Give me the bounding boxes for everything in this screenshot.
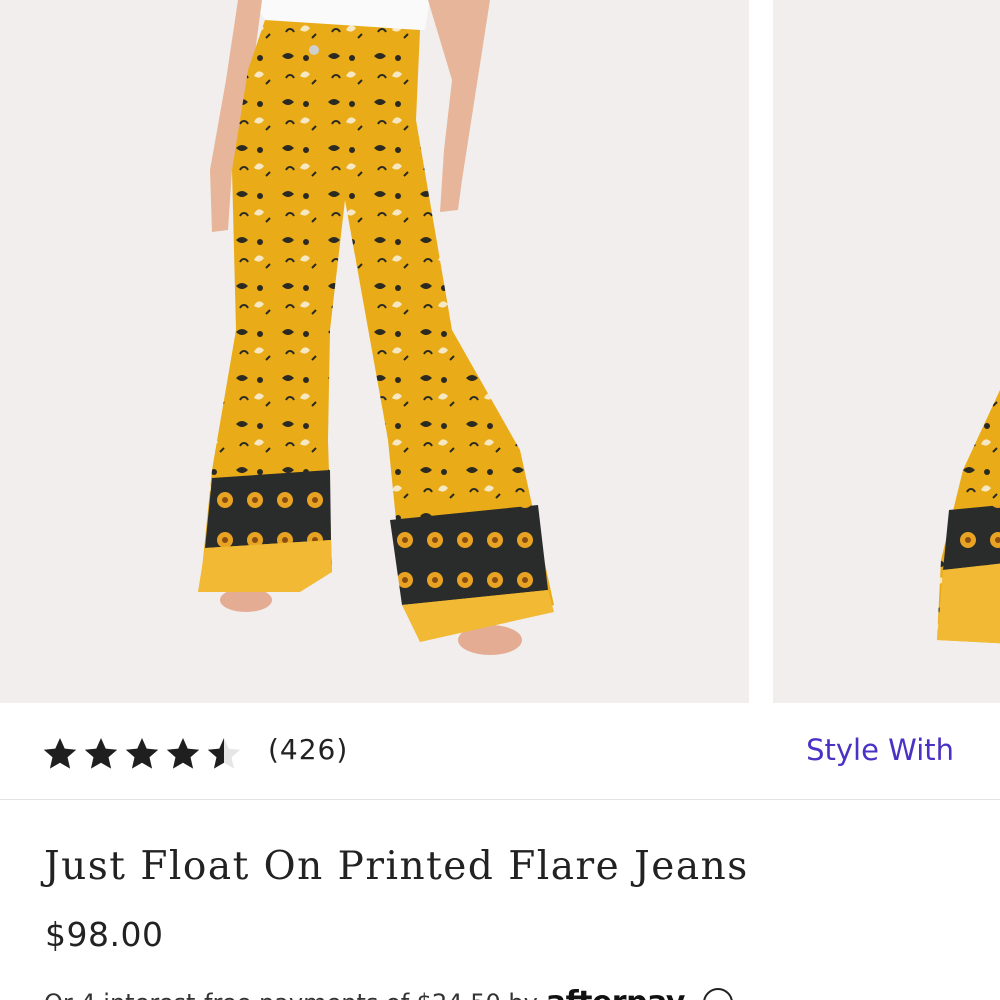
product-title: Just Float On Printed Flare Jeans: [44, 844, 749, 889]
star-rating[interactable]: [42, 736, 242, 772]
review-count[interactable]: (426): [268, 733, 348, 766]
product-image-main[interactable]: [0, 0, 749, 703]
info-icon[interactable]: [702, 987, 733, 1000]
product-image-secondary[interactable]: [773, 0, 1000, 703]
jeans-photo: [0, 0, 749, 703]
star-full-icon: [43, 738, 77, 769]
star-full-icon: [125, 738, 159, 769]
afterpay-logo[interactable]: afterpay: [546, 985, 686, 1000]
product-page: (426) Style With Just Float On Printed F…: [0, 0, 1000, 1000]
star-full-icon: [84, 738, 118, 769]
star-half-icon: [207, 738, 241, 769]
jeans-photo-alt: [773, 0, 1000, 703]
style-with-link[interactable]: Style With: [806, 733, 954, 767]
afterpay-installments: Or 4 interest-free payments of $24.50 by…: [44, 985, 733, 1000]
rating-row: (426) Style With: [0, 703, 1000, 800]
product-image-carousel[interactable]: [0, 0, 1000, 703]
product-price: $98.00: [45, 915, 164, 954]
star-full-icon: [166, 738, 200, 769]
installment-text: Or 4 interest-free payments of $24.50 by: [44, 989, 538, 1000]
